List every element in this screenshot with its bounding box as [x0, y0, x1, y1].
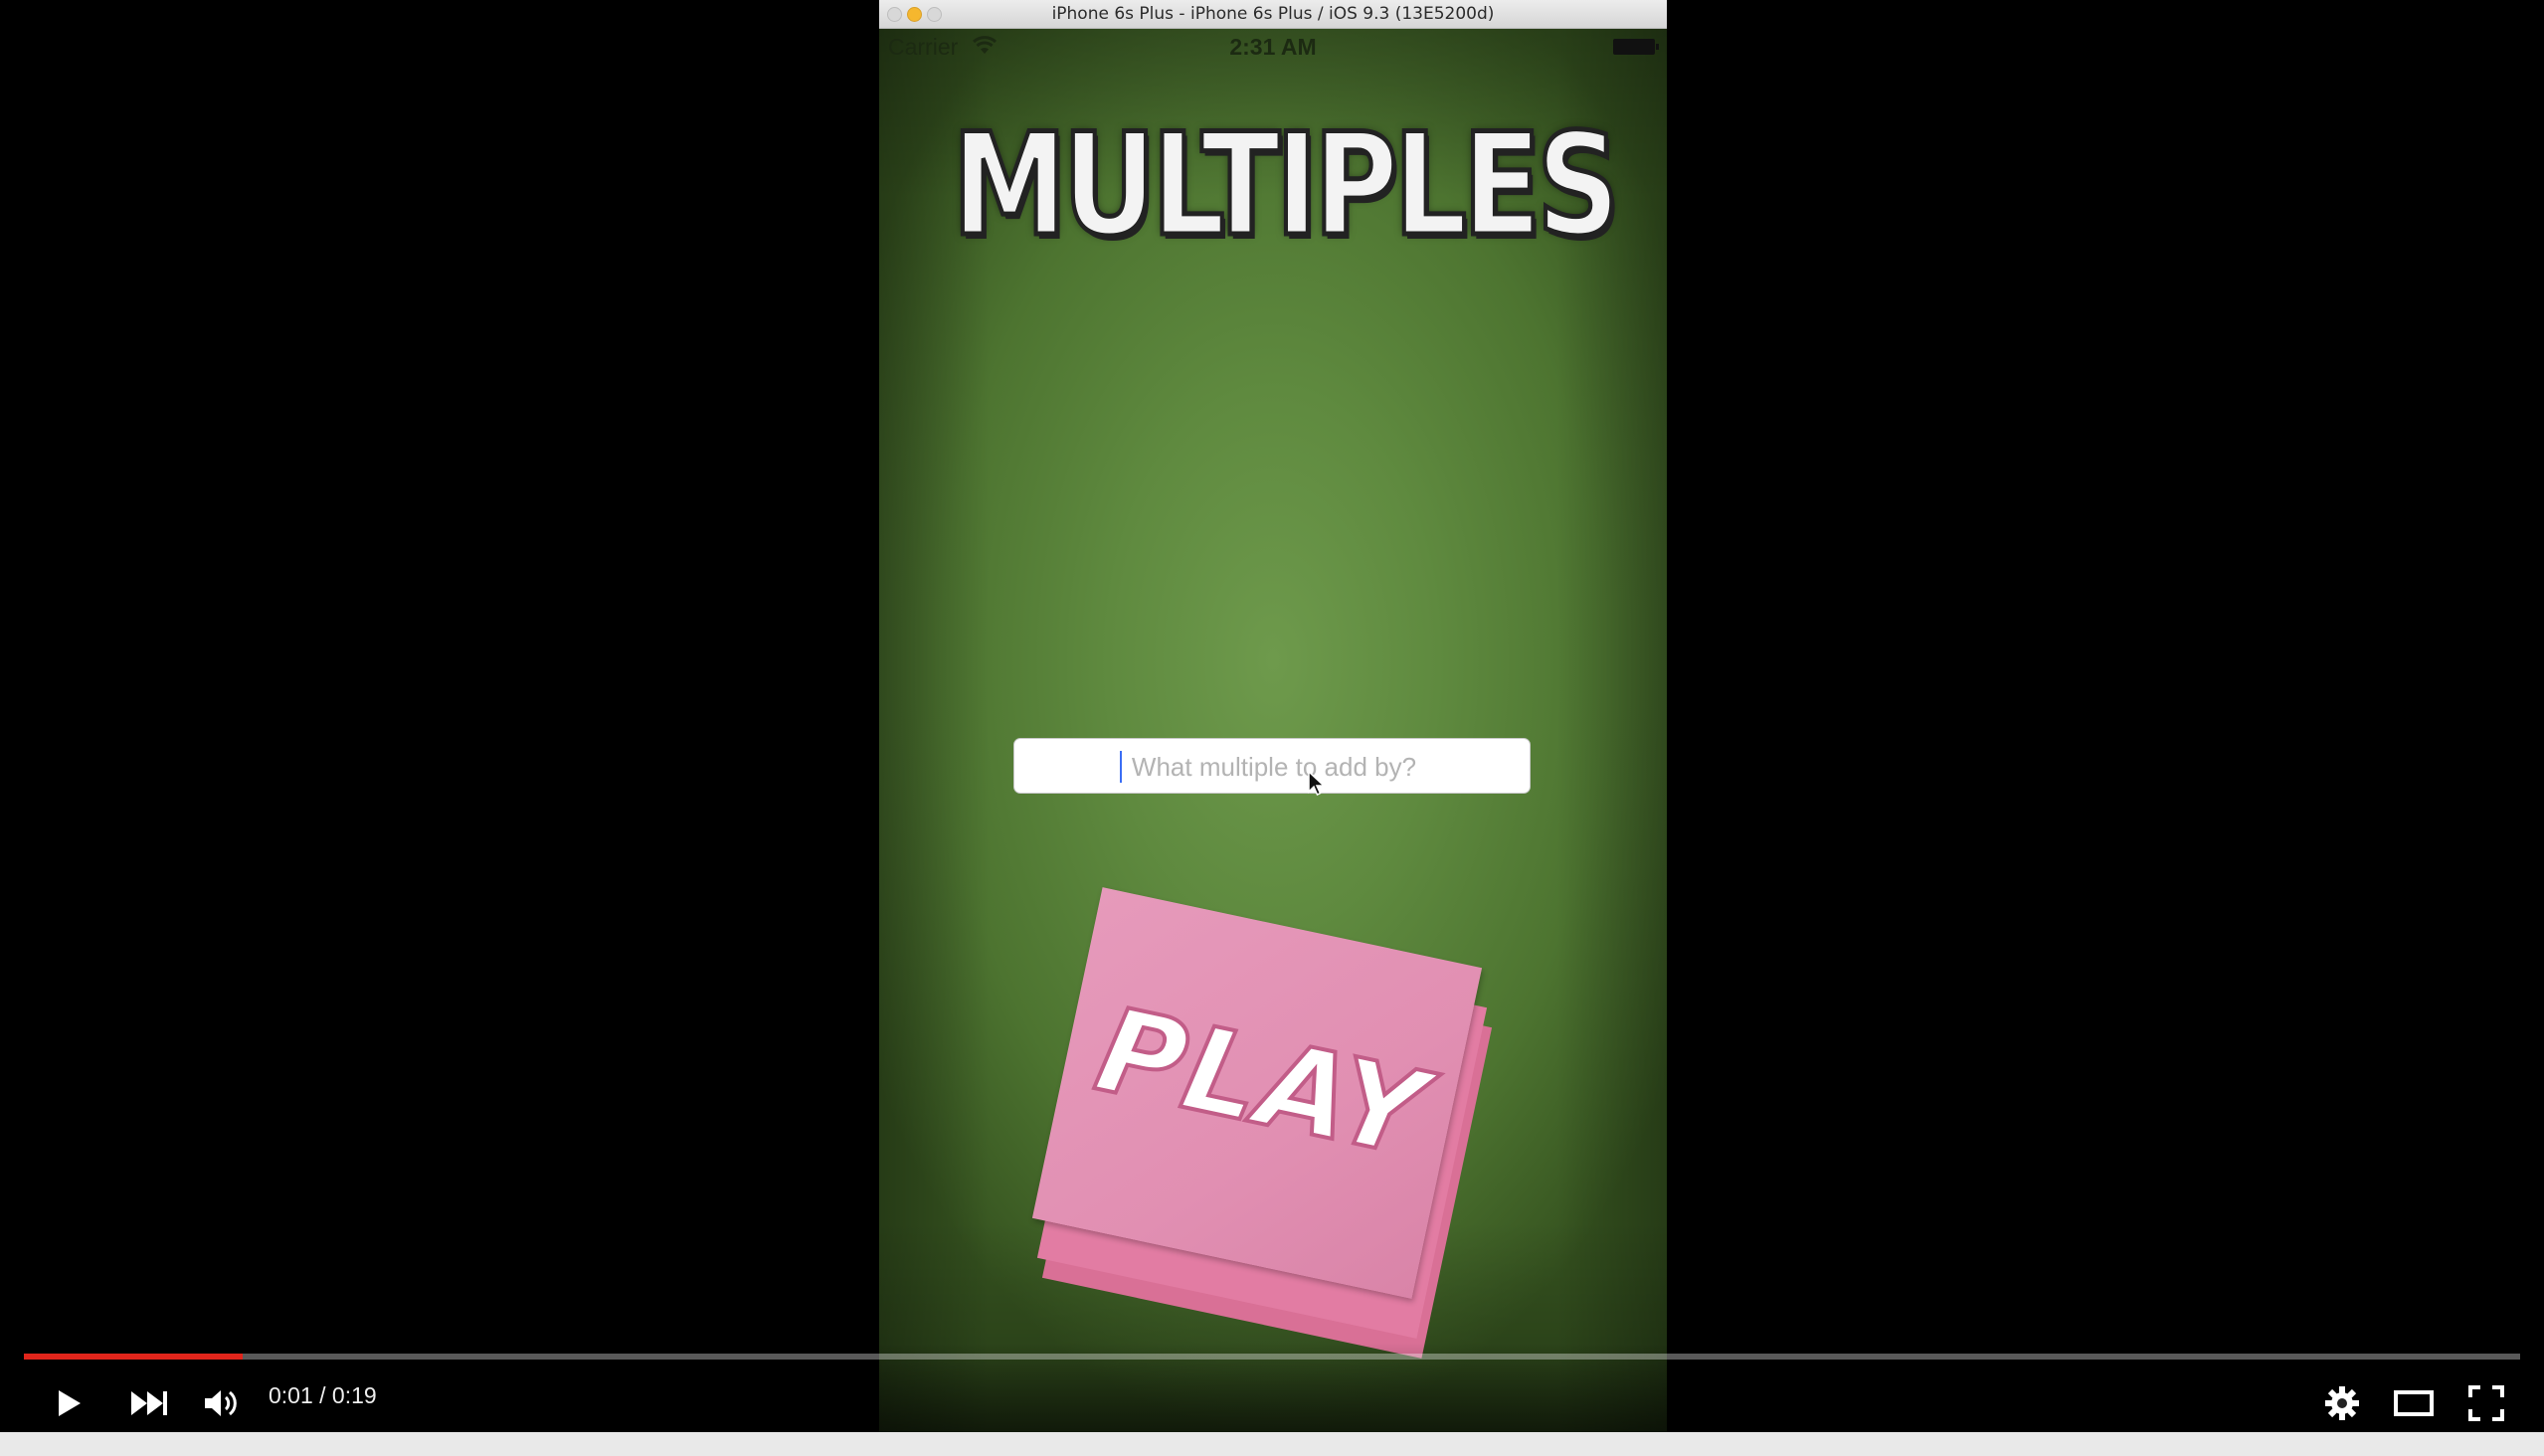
- status-time: 2:31 AM: [1229, 34, 1317, 60]
- simulator-window: iPhone 6s Plus - iPhone 6s Plus / iOS 9.…: [879, 0, 1667, 1432]
- time-display: 0:01 / 0:19: [269, 1382, 377, 1408]
- video-controls: 0:01 / 0:19: [0, 1343, 2544, 1432]
- settings-icon[interactable]: [2317, 1378, 2367, 1428]
- play-button[interactable]: PLAY: [1031, 854, 1493, 1359]
- next-icon[interactable]: [124, 1378, 174, 1428]
- app-logo: MULTIPLES: [879, 101, 1667, 270]
- text-caret: [1120, 751, 1122, 783]
- mouse-pointer-icon: [1308, 770, 1326, 802]
- simulator-window-title: iPhone 6s Plus - iPhone 6s Plus / iOS 9.…: [1051, 4, 1495, 24]
- battery-icon: [1613, 39, 1659, 55]
- multiple-input-field[interactable]: [1013, 738, 1534, 795]
- status-bar: Carrier 2:31 AM: [879, 29, 1667, 65]
- play-icon[interactable]: [43, 1378, 92, 1428]
- page-bottom-strip: [0, 1432, 2544, 1456]
- logo-text: MULTIPLES: [950, 101, 1622, 270]
- fullscreen-icon[interactable]: [2461, 1378, 2511, 1428]
- simulator-title-bar: iPhone 6s Plus - iPhone 6s Plus / iOS 9.…: [879, 0, 1667, 29]
- progress-bar[interactable]: [24, 1354, 2520, 1360]
- phone-screen: Carrier 2:31 AM MULTIPLES What multiple …: [879, 29, 1667, 1432]
- theater-mode-icon[interactable]: [2389, 1378, 2439, 1428]
- volume-icon[interactable]: [197, 1378, 247, 1428]
- video-player: iPhone 6s Plus - iPhone 6s Plus / iOS 9.…: [0, 0, 2544, 1432]
- progress-fill: [24, 1354, 243, 1360]
- multiple-input[interactable]: [1014, 739, 1534, 795]
